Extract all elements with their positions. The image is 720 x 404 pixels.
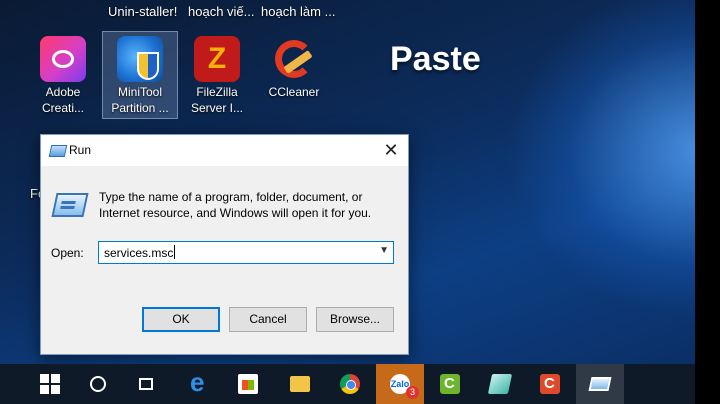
taskbar-file-explorer[interactable] (276, 364, 324, 404)
task-view-button[interactable] (122, 364, 170, 404)
desktop-icon-minitool-partition[interactable]: MiniTool Partition ... (102, 31, 178, 119)
taskbar-ccleaner[interactable] (526, 364, 574, 404)
desktop-icon-label: MiniTool Partition ... (111, 85, 169, 115)
ccleaner-icon (271, 36, 317, 82)
windows-logo-icon (40, 374, 60, 394)
taskbar-run[interactable] (576, 364, 624, 404)
desktop: Unin-staller! hoạch viế... hoạch làm ...… (0, 0, 695, 364)
desktop-icon-ccleaner[interactable]: CCleaner (257, 32, 331, 118)
open-input-value[interactable]: services.msc (104, 245, 175, 260)
folder-icon (290, 376, 310, 392)
ok-button[interactable]: OK (142, 307, 220, 332)
chrome-icon (340, 374, 360, 394)
desktop-icon-filezilla-server[interactable]: Z FileZilla Server I... (180, 32, 254, 118)
desktop-icon-label: FileZilla Server I... (190, 85, 243, 115)
glass-app-icon (487, 374, 513, 394)
ccleaner-icon (540, 374, 560, 394)
run-description: Type the name of a program, folder, docu… (99, 190, 372, 220)
taskbar-camtasia[interactable] (426, 364, 474, 404)
start-button[interactable] (26, 364, 74, 404)
desktop-icon-label-uninstaller[interactable]: Unin-staller! (108, 4, 177, 19)
cortana-button[interactable] (74, 364, 122, 404)
notification-badge: 3 (406, 386, 419, 399)
run-title: Run (69, 143, 92, 157)
taskbar-chrome[interactable] (326, 364, 374, 404)
close-icon[interactable]: ✕ (374, 135, 408, 166)
desktop-icon-label-hoach-lam[interactable]: hoạch làm ... (261, 4, 335, 19)
desktop-icon-label: CCleaner (268, 85, 320, 99)
desktop-icon-label-hoach-viet[interactable]: hoạch viế... (188, 4, 255, 19)
edge-icon: e (190, 367, 205, 397)
filezilla-icon: Z (194, 36, 240, 82)
taskbar-glass-app[interactable] (476, 364, 524, 404)
taskbar-edge[interactable]: e (176, 364, 224, 404)
taskbar: e Zalo 3 (0, 364, 695, 404)
letterbox-edge (695, 0, 720, 404)
run-icon (588, 377, 612, 391)
store-icon (238, 374, 258, 394)
run-app-icon (48, 145, 68, 157)
taskbar-zalo[interactable]: Zalo 3 (376, 364, 424, 404)
camtasia-icon (440, 374, 460, 394)
paste-overlay-text: Paste (390, 40, 481, 78)
chevron-down-icon[interactable]: ▼ (379, 245, 389, 256)
open-input[interactable]: services.msc ▼ (98, 241, 394, 264)
open-label: Open: (51, 246, 84, 260)
desktop-icon-label: Adobe Creati... (41, 85, 84, 115)
task-view-icon (139, 378, 153, 390)
desktop-icon-adobe-creative-cloud[interactable]: Adobe Creati... (26, 32, 100, 118)
cortana-icon (90, 376, 106, 392)
adobe-creative-cloud-icon (40, 36, 86, 82)
run-titlebar[interactable]: Run ✕ (41, 135, 408, 166)
taskbar-store[interactable] (224, 364, 272, 404)
run-dialog: Run ✕ Type the name of a program, folder… (40, 134, 409, 355)
cancel-button[interactable]: Cancel (229, 307, 307, 332)
minitool-partition-icon (117, 36, 163, 82)
browse-button[interactable]: Browse... (316, 307, 394, 332)
run-program-icon (51, 193, 89, 217)
